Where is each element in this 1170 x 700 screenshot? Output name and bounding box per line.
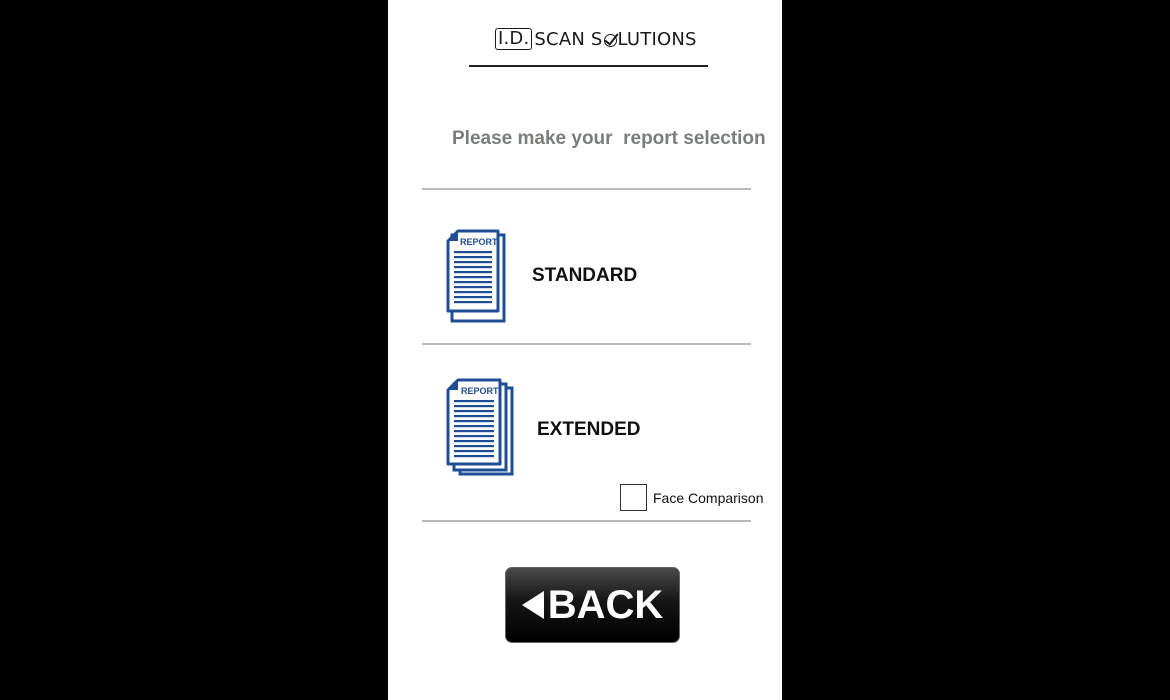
extended-report-option[interactable]: REPORT EXTENDED [422,345,751,476]
report-icon: REPORT [446,229,506,323]
divider-bottom [422,520,751,522]
back-button[interactable]: BACK [505,567,680,643]
standard-report-label: STANDARD [532,265,638,286]
back-button-label: BACK [547,583,664,627]
report-icon: REPORT [446,378,514,476]
report-icon-text: REPORT [461,386,499,396]
app-screen: I.D. SCAN S LUTIONS Please make your rep… [388,0,782,700]
logo-text-a: SCAN S [534,28,603,50]
logo-check-icon [603,33,617,47]
logo-underline [469,65,708,67]
logo-text-b: LUTIONS [617,28,697,50]
logo-id-box: I.D. [495,28,533,50]
extended-report-label: EXTENDED [537,419,641,440]
report-icon-text: REPORT [460,237,498,247]
standard-report-option[interactable]: REPORT STANDARD [422,190,751,344]
selection-prompt: Please make your report selection [452,128,766,149]
face-comparison-row: Face Comparison [620,484,764,511]
face-comparison-checkbox[interactable] [620,484,647,511]
face-comparison-label: Face Comparison [653,489,764,506]
back-arrow-icon [521,591,544,619]
company-logo: I.D. SCAN S LUTIONS [495,26,697,52]
